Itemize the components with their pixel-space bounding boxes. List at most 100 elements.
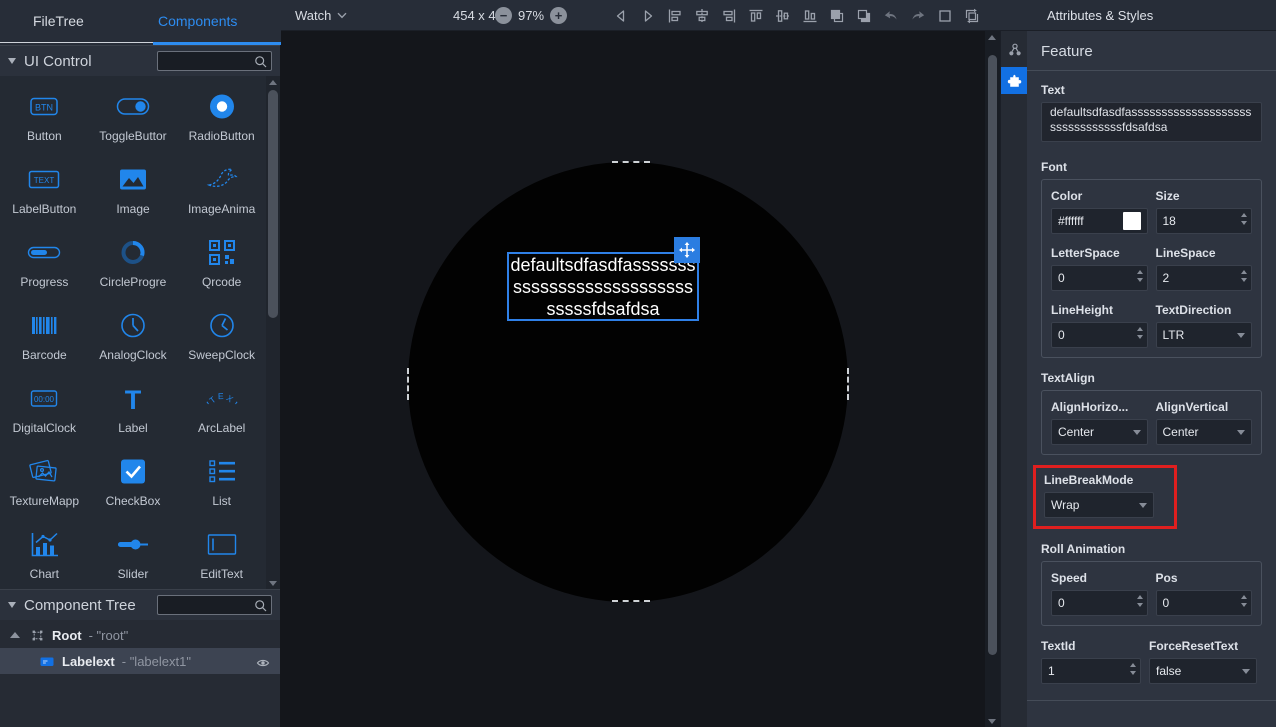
collapse-caret-icon[interactable] bbox=[8, 602, 16, 608]
redo-icon[interactable] bbox=[910, 8, 926, 24]
component-radiobutton[interactable]: RadioButton bbox=[177, 77, 266, 150]
zoom-out-button[interactable]: − bbox=[495, 7, 512, 24]
scroll-up-icon[interactable] bbox=[266, 76, 280, 88]
rail-tab-feature[interactable] bbox=[1001, 67, 1028, 94]
tree-node-root[interactable]: Root- "root" bbox=[0, 622, 280, 648]
speed-stepper[interactable] bbox=[1051, 590, 1148, 616]
zoom-in-button[interactable]: + bbox=[550, 7, 567, 24]
align-middle-vertical-icon[interactable] bbox=[775, 8, 791, 24]
forward-icon[interactable] bbox=[640, 8, 656, 24]
component-imageanima[interactable]: ImageAnima bbox=[177, 150, 266, 223]
alignhorizontal-dropdown[interactable]: Center bbox=[1051, 419, 1148, 445]
align-right-icon[interactable] bbox=[721, 8, 737, 24]
stepper-arrows-icon[interactable] bbox=[1137, 327, 1143, 339]
canvas-label-widget[interactable]: defaultsdfasdfasssssssssssssssssssssssss… bbox=[507, 252, 699, 321]
speed-input[interactable] bbox=[1058, 596, 1141, 610]
size-label: Size bbox=[1156, 189, 1253, 203]
component-qrcode[interactable]: Qrcode bbox=[177, 223, 266, 296]
alignvertical-dropdown[interactable]: Center bbox=[1156, 419, 1253, 445]
color-input[interactable] bbox=[1058, 214, 1123, 228]
bring-to-front-icon[interactable] bbox=[829, 8, 845, 24]
palette-scrollbar[interactable] bbox=[266, 76, 280, 589]
component-arclabel[interactable]: TEXTArcLabel bbox=[177, 369, 266, 442]
component-image[interactable]: Image bbox=[89, 150, 178, 223]
linebreakmode-dropdown[interactable]: Wrap bbox=[1044, 492, 1154, 518]
divider bbox=[1027, 70, 1276, 71]
send-to-back-icon[interactable] bbox=[856, 8, 872, 24]
align-bottom-icon[interactable] bbox=[802, 8, 818, 24]
lineheight-stepper[interactable] bbox=[1051, 322, 1148, 348]
forceresettext-dropdown[interactable]: false bbox=[1149, 658, 1257, 684]
component-button[interactable]: BTNButton bbox=[0, 77, 89, 150]
stepper-arrows-icon[interactable] bbox=[1241, 595, 1247, 607]
textid-input[interactable] bbox=[1048, 664, 1134, 678]
component-barcode[interactable]: Barcode bbox=[0, 296, 89, 369]
undo-icon[interactable] bbox=[883, 8, 899, 24]
component-digitalclock[interactable]: 00:00DigitalClock bbox=[0, 369, 89, 442]
tab-filetree[interactable]: FileTree bbox=[33, 13, 84, 29]
root-edge-dash-top bbox=[612, 161, 650, 163]
stepper-arrows-icon[interactable] bbox=[1241, 270, 1247, 282]
tree-node-labelext[interactable]: Labelext- "labelext1" bbox=[0, 648, 280, 674]
component-progress[interactable]: Progress bbox=[0, 223, 89, 296]
move-handle[interactable] bbox=[674, 237, 700, 263]
align-left-icon[interactable] bbox=[667, 8, 683, 24]
component-chart[interactable]: Chart bbox=[0, 515, 89, 588]
color-field[interactable] bbox=[1051, 208, 1148, 234]
size-input[interactable] bbox=[1163, 214, 1246, 228]
design-canvas[interactable]: defaultsdfasdfasssssssssssssssssssssssss… bbox=[281, 31, 985, 727]
attributes-styles-title: Attributes & Styles bbox=[1047, 0, 1153, 31]
component-sweepclock[interactable]: SweepClock bbox=[177, 296, 266, 369]
frame-icon[interactable] bbox=[937, 8, 953, 24]
textdirection-dropdown[interactable]: LTR bbox=[1156, 322, 1253, 348]
canvas-scroll-thumb[interactable] bbox=[988, 55, 997, 655]
expander-icon[interactable] bbox=[10, 632, 20, 638]
component-texturemapp[interactable]: TextureMapp bbox=[0, 442, 89, 515]
letterspace-input[interactable] bbox=[1058, 271, 1141, 285]
lineheight-input[interactable] bbox=[1058, 328, 1141, 342]
text-value-input[interactable]: defaultsdfasdfasssssssssssssssssssssssss… bbox=[1041, 102, 1262, 142]
stepper-arrows-icon[interactable] bbox=[1241, 213, 1247, 225]
color-swatch[interactable] bbox=[1123, 212, 1141, 230]
component-label[interactable]: TLabel bbox=[89, 369, 178, 442]
component-labelbutton[interactable]: TEXTLabelButton bbox=[0, 150, 89, 223]
component-label: LabelButton bbox=[12, 202, 76, 216]
tab-components[interactable]: Components bbox=[158, 13, 237, 29]
alignhorizontal-label: AlignHorizo... bbox=[1051, 400, 1148, 414]
align-top-icon[interactable] bbox=[748, 8, 764, 24]
component-analogclock[interactable]: AnalogClock bbox=[89, 296, 178, 369]
component-circleprogre[interactable]: CircleProgre bbox=[89, 223, 178, 296]
component-tree: Root- "root"Labelext- "labelext1" bbox=[0, 620, 280, 674]
component-edittext[interactable]: EditText bbox=[177, 515, 266, 588]
align-center-horizontal-icon[interactable] bbox=[694, 8, 710, 24]
component-checkbox[interactable]: CheckBox bbox=[89, 442, 178, 515]
pos-input[interactable] bbox=[1163, 596, 1246, 610]
component-list[interactable]: List bbox=[177, 442, 266, 515]
linespace-stepper[interactable] bbox=[1156, 265, 1253, 291]
stepper-arrows-icon[interactable] bbox=[1137, 270, 1143, 282]
transform-icon[interactable] bbox=[964, 8, 980, 24]
feature-title: Feature bbox=[1041, 43, 1262, 60]
stepper-arrows-icon[interactable] bbox=[1137, 595, 1143, 607]
size-stepper[interactable] bbox=[1156, 208, 1253, 234]
linespace-input[interactable] bbox=[1163, 271, 1246, 285]
scroll-down-icon[interactable] bbox=[266, 577, 280, 589]
pos-stepper[interactable] bbox=[1156, 590, 1253, 616]
rail-tab-tree-nodes[interactable] bbox=[1001, 36, 1028, 63]
watch-dropdown[interactable]: Watch bbox=[295, 0, 347, 31]
device-screen[interactable] bbox=[408, 162, 848, 602]
scroll-down-icon[interactable] bbox=[985, 715, 999, 727]
color-label: Color bbox=[1051, 189, 1148, 203]
component-togglebuttor[interactable]: ToggleButtor bbox=[89, 77, 178, 150]
palette-scroll-thumb[interactable] bbox=[268, 90, 278, 318]
scroll-up-icon[interactable] bbox=[985, 31, 999, 43]
stepper-arrows-icon[interactable] bbox=[1130, 663, 1136, 675]
component-slider[interactable]: Slider bbox=[89, 515, 178, 588]
collapse-caret-icon[interactable] bbox=[8, 58, 16, 64]
edittext-icon bbox=[202, 522, 242, 566]
back-icon[interactable] bbox=[613, 8, 629, 24]
canvas-scrollbar[interactable] bbox=[985, 31, 1000, 727]
letterspace-stepper[interactable] bbox=[1051, 265, 1148, 291]
textid-stepper[interactable] bbox=[1041, 658, 1141, 684]
visibility-eye-icon[interactable] bbox=[256, 656, 270, 671]
